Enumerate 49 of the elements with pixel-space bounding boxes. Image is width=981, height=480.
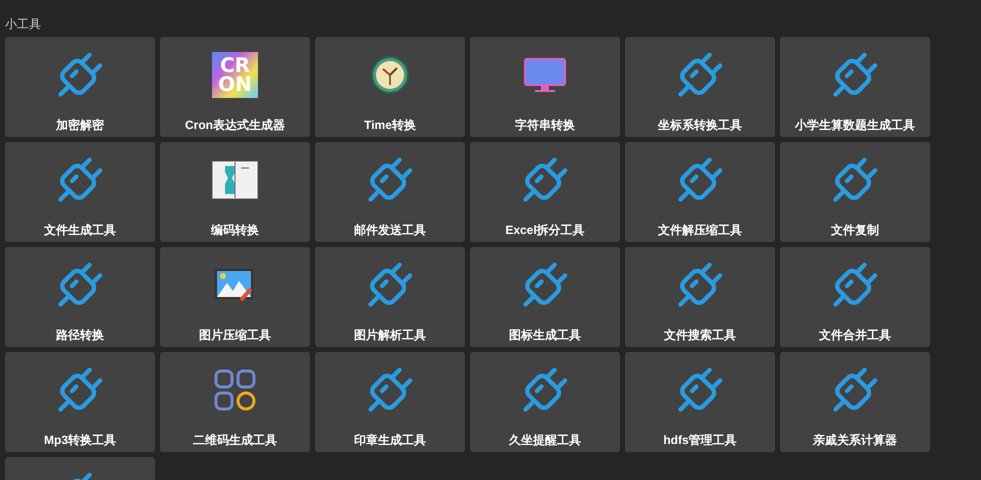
plug-icon: [57, 262, 103, 308]
plug-icon: [367, 367, 413, 413]
plug-icon: [522, 262, 568, 308]
tool-tile[interactable]: 图标生成工具: [470, 247, 620, 347]
plug-icon: [522, 367, 568, 413]
plug-icon: [677, 52, 723, 98]
tool-tile[interactable]: CR ON Cron表达式生成器: [160, 37, 310, 137]
tool-tile[interactable]: 印章生成工具: [315, 352, 465, 452]
tool-tile[interactable]: 编码转换: [160, 142, 310, 242]
plug-icon: [832, 52, 878, 98]
plug-icon: [367, 262, 413, 308]
plug-icon: [522, 157, 568, 203]
tool-tile[interactable]: 二维码生成工具: [160, 352, 310, 452]
tool-tile[interactable]: 小学生算数题生成工具: [780, 37, 930, 137]
plug-icon: [57, 367, 103, 413]
tool-tile[interactable]: 文件解压缩工具: [625, 142, 775, 242]
tool-tile[interactable]: Excel拆分工具: [470, 142, 620, 242]
tool-tile[interactable]: 图片解析工具: [315, 247, 465, 347]
plug-icon: [677, 367, 723, 413]
tool-tile[interactable]: hdfs管理工具: [625, 352, 775, 452]
plug-icon: [832, 262, 878, 308]
plug-icon: [832, 157, 878, 203]
plug-icon: [677, 262, 723, 308]
monitor-icon: [523, 55, 567, 95]
tool-tile[interactable]: 图片压缩工具: [160, 247, 310, 347]
plug-icon: [57, 157, 103, 203]
plug-icon: [677, 157, 723, 203]
tool-tile[interactable]: Mp3转换工具: [5, 352, 155, 452]
image-icon: [215, 267, 255, 303]
book-icon: [211, 160, 259, 200]
tool-tile[interactable]: 文件搜索工具: [625, 247, 775, 347]
plug-icon: [367, 157, 413, 203]
tool-tile[interactable]: 文件生成工具: [5, 142, 155, 242]
tool-tile[interactable]: 路径转换: [5, 247, 155, 347]
tool-tile[interactable]: 邮件发送工具: [315, 142, 465, 242]
tool-tile[interactable]: 久坐提醒工具: [470, 352, 620, 452]
clock-icon: [370, 55, 410, 95]
tool-tile[interactable]: 文件合并工具: [780, 247, 930, 347]
tool-tile[interactable]: 文件复制: [780, 142, 930, 242]
section-title: 小工具: [5, 16, 42, 32]
cron-logo-icon: CR ON: [212, 52, 258, 98]
tool-tile[interactable]: 坐标系转换工具: [625, 37, 775, 137]
plug-icon: [832, 367, 878, 413]
grid-icon: [213, 368, 257, 412]
tool-tile[interactable]: 字符串转换: [470, 37, 620, 137]
plug-icon: [57, 52, 103, 98]
tool-tile[interactable]: Time转换: [315, 37, 465, 137]
tool-tile[interactable]: 亲戚关系计算器: [780, 352, 930, 452]
tool-tile[interactable]: 加密解密: [5, 37, 155, 137]
